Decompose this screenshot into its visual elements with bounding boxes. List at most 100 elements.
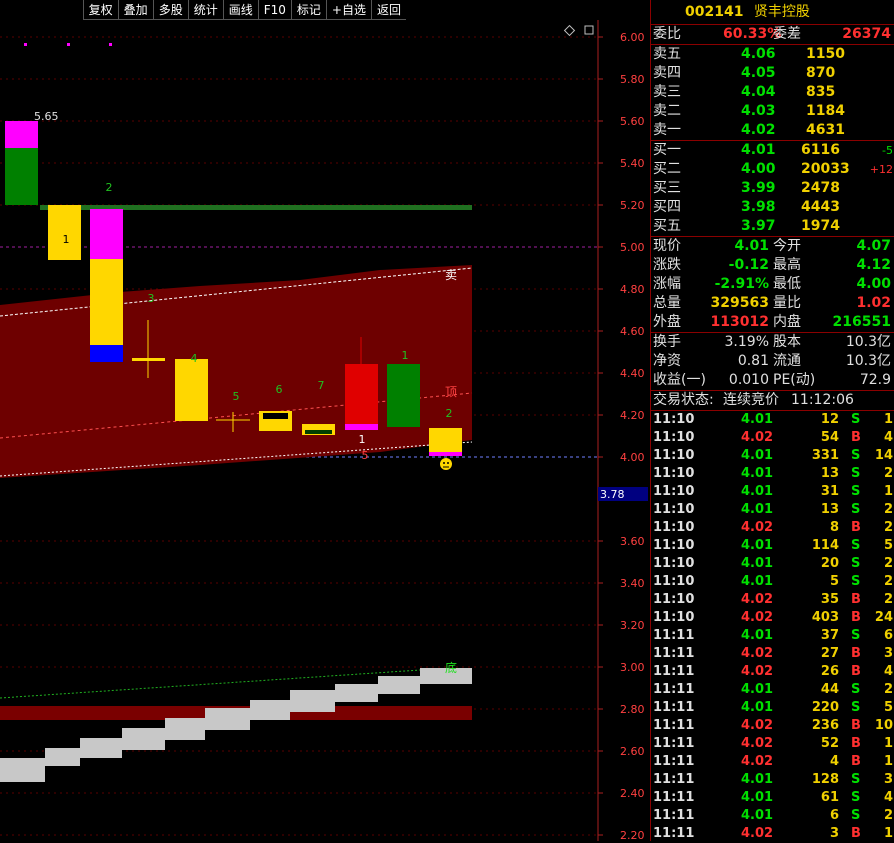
quote-value: -2.91% (714, 276, 769, 292)
tick-row[interactable]: 11:11 4.01 6 S 2 (651, 807, 894, 825)
tick-row[interactable]: 11:11 4.02 236 B 10 (651, 717, 894, 735)
fundamental-value: 72.9 (859, 372, 891, 388)
tick-count: 2 (883, 466, 893, 481)
ask-row[interactable]: 卖五 4.06 1150 (651, 45, 894, 64)
tick-price: 4.02 (741, 664, 774, 679)
axis-price-label: 2.20 (620, 829, 645, 841)
tick-time: 11:11 (653, 628, 695, 643)
kline-chart-area[interactable]: 6.00 5.80 5.60 5.40 5.20 5.00 4.80 4.60 4.40 4.20… (0, 0, 650, 841)
tick-row[interactable]: 11:10 4.01 13 S 2 (651, 465, 894, 483)
tick-volume: 13 (820, 502, 839, 517)
tick-row[interactable]: 11:11 4.01 128 S 3 (651, 771, 894, 789)
toolbar-button-2[interactable]: 多股 (152, 0, 188, 20)
ask-row[interactable]: 卖四 4.05 870 (651, 64, 894, 83)
tick-price: 4.01 (741, 790, 774, 805)
tick-volume: 12 (820, 412, 839, 427)
kline-chart[interactable]: 6.00 5.80 5.60 5.40 5.20 5.00 4.80 4.60 4.40 4.20… (0, 0, 650, 841)
tick-time: 11:11 (653, 772, 695, 787)
tick-row[interactable]: 11:10 4.01 114 S 5 (651, 537, 894, 555)
candle-body (429, 428, 462, 456)
tick-price: 4.01 (741, 484, 774, 499)
bid-row[interactable]: 买四 3.98 4443 (651, 198, 894, 217)
tick-count: 1 (883, 412, 893, 427)
bid-row[interactable]: 买三 3.99 2478 (651, 179, 894, 198)
tick-side: S (851, 700, 861, 715)
tick-time: 11:11 (653, 826, 695, 841)
candle-body (5, 121, 38, 148)
tick-count: 14 (874, 448, 893, 463)
tick-row[interactable]: 11:10 4.02 403 B 24 (651, 609, 894, 627)
ask-label: 卖五 (653, 46, 681, 62)
ask-row[interactable]: 卖一 4.02 4631 (651, 121, 894, 140)
tick-price: 4.01 (741, 448, 774, 463)
axis-price-label: 4.40 (620, 367, 645, 380)
tick-row[interactable]: 11:10 4.02 35 B 2 (651, 591, 894, 609)
order-ratio-label: 委比 (653, 26, 681, 42)
quote-value: 216551 (832, 314, 891, 330)
ask-row[interactable]: 卖三 4.04 835 (651, 83, 894, 102)
tick-row[interactable]: 11:11 4.01 61 S 4 (651, 789, 894, 807)
tick-row[interactable]: 11:10 4.01 12 S 1 (651, 411, 894, 429)
tick-price: 4.01 (741, 682, 774, 697)
toolbar-button-0[interactable]: 复权 (82, 0, 118, 20)
bid-row[interactable]: 买五 3.97 1974 (651, 217, 894, 236)
toolbar-button-6[interactable]: 标记 (290, 0, 326, 20)
quote-row: 涨跌 -0.12 最高 4.12 (651, 256, 894, 275)
toolbar-button-7[interactable]: +自选 (325, 0, 371, 20)
tick-row[interactable]: 11:11 4.01 220 S 5 (651, 699, 894, 717)
tick-row[interactable]: 11:11 4.01 37 S 6 (651, 627, 894, 645)
tick-list[interactable]: 11:10 4.01 12 S 1 11:10 4.02 54 B 4 11:10 4.01 331 S 1… (651, 410, 894, 843)
tick-side: S (851, 772, 861, 787)
tick-row[interactable]: 11:11 4.02 52 B 1 (651, 735, 894, 753)
tick-row[interactable]: 11:11 4.02 26 B 4 (651, 663, 894, 681)
axis-price-label: 3.00 (620, 661, 645, 674)
tick-side: B (851, 718, 861, 733)
tick-price: 4.02 (741, 520, 774, 535)
quote-value: 113012 (710, 314, 769, 330)
ask-row[interactable]: 卖二 4.03 1184 (651, 102, 894, 121)
tick-price: 4.02 (741, 754, 774, 769)
toolbar-button-3[interactable]: 统计 (187, 0, 223, 20)
tick-side: S (851, 466, 861, 481)
tick-side: B (851, 430, 861, 445)
tick-count: 3 (883, 646, 893, 661)
bid-label: 买五 (653, 218, 681, 234)
tick-row[interactable]: 11:10 4.02 54 B 4 (651, 429, 894, 447)
trade-status-row: 交易状态: 连续竞价 11:12:06 (651, 390, 894, 410)
tick-row[interactable]: 11:10 4.02 8 B 2 (651, 519, 894, 537)
fundamental-row: 收益(一) 0.010 PE(动) 72.9 (651, 371, 894, 390)
axis-price-label: 5.20 (620, 199, 645, 212)
tick-side: S (851, 448, 861, 463)
quote-label: 量比 (773, 295, 801, 311)
quote-label: 外盘 (653, 314, 681, 330)
toolbar-button-5[interactable]: F10 (257, 0, 291, 20)
tick-row[interactable]: 11:11 4.02 4 B 1 (651, 753, 894, 771)
tick-row[interactable]: 11:11 4.02 27 B 3 (651, 645, 894, 663)
bid-label: 买三 (653, 180, 681, 196)
box-icon (584, 25, 594, 35)
tick-row[interactable]: 11:11 4.01 44 S 2 (651, 681, 894, 699)
tick-row[interactable]: 11:10 4.01 5 S 2 (651, 573, 894, 591)
tick-count: 2 (883, 556, 893, 571)
bid-volume: 2478 (801, 180, 840, 196)
bid-row[interactable]: 买二 4.00 20033 +12 (651, 160, 894, 179)
fundamental-label: 股本 (773, 334, 801, 350)
tick-volume: 4 (829, 754, 839, 769)
toolbar-button-8[interactable]: 返回 (370, 0, 406, 20)
tick-side: B (851, 736, 861, 751)
ask-volume: 1150 (806, 46, 845, 62)
tick-volume: 236 (811, 718, 839, 733)
axis-price-label: 2.80 (620, 703, 645, 716)
toolbar-button-1[interactable]: 叠加 (117, 0, 153, 20)
tick-side: S (851, 808, 861, 823)
bid-row[interactable]: 买一 4.01 6116 -5 (651, 141, 894, 160)
tick-row[interactable]: 11:10 4.01 331 S 14 (651, 447, 894, 465)
tick-time: 11:11 (653, 718, 695, 733)
toolbar-button-4[interactable]: 画线 (222, 0, 258, 20)
fundamental-label: 收益(一) (653, 372, 706, 388)
tick-row[interactable]: 11:10 4.01 20 S 2 (651, 555, 894, 573)
tick-row[interactable]: 11:10 4.01 31 S 1 (651, 483, 894, 501)
tick-row[interactable]: 11:10 4.01 13 S 2 (651, 501, 894, 519)
tick-row[interactable]: 11:11 4.02 3 B 1 (651, 825, 894, 843)
count-label: 1 (359, 433, 366, 446)
